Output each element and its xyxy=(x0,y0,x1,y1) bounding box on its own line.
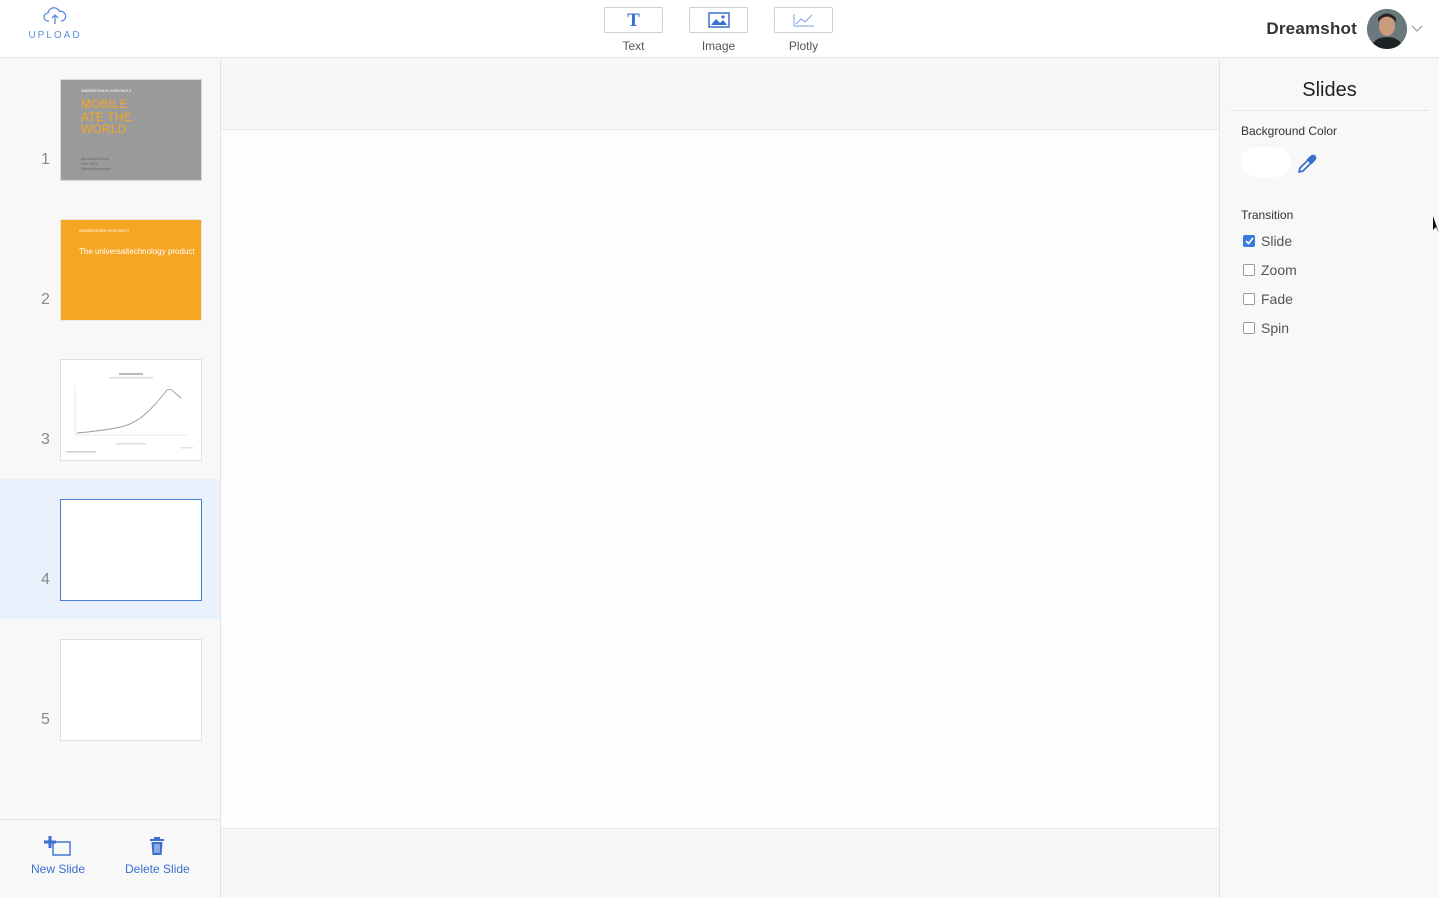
panel-title: Slides xyxy=(1230,79,1429,111)
insert-plotly-button[interactable]: Plotly xyxy=(774,7,833,53)
cloud-upload-icon xyxy=(43,7,67,24)
check-icon xyxy=(1244,237,1254,245)
checkbox[interactable] xyxy=(1243,293,1255,305)
slide-actions: New Slide Delete Slide xyxy=(0,819,220,898)
slide-number: 2 xyxy=(41,291,50,308)
transition-option-label: Zoom xyxy=(1261,262,1297,278)
insert-text-button[interactable]: T Text xyxy=(604,7,663,53)
transition-option-spin[interactable]: Spin xyxy=(1243,320,1289,336)
slide-1-title: MOBILE ATE THE WORLD xyxy=(81,98,132,136)
slide-item-3[interactable]: 3 xyxy=(0,339,220,479)
slide-item-4[interactable]: 4 xyxy=(0,479,220,619)
slide-list: ANDREESSEN HOROWITZ MOBILE ATE THE WORLD… xyxy=(0,59,221,898)
mouse-pointer-icon xyxy=(1433,216,1439,233)
transition-option-label: Spin xyxy=(1261,320,1290,336)
slide-thumbnail xyxy=(60,639,202,741)
checkbox-checked[interactable] xyxy=(1243,235,1255,247)
avatar xyxy=(1367,9,1407,49)
properties-panel: Slides Background Color Transition Slide… xyxy=(1219,59,1439,898)
insert-image-button[interactable]: Image xyxy=(689,7,748,53)
upload-button[interactable]: UPLOAD xyxy=(22,6,88,48)
slide-number: 4 xyxy=(41,571,50,588)
trash-icon xyxy=(150,837,165,855)
user-menu[interactable]: Dreamshot xyxy=(1266,9,1423,49)
slide-item-5[interactable]: 5 xyxy=(0,619,220,759)
eyedropper-icon[interactable] xyxy=(1296,153,1318,175)
slide-thumbnail: ANDREESSEN HOROWITZ MOBILE ATE THE WORLD… xyxy=(60,79,202,181)
new-slide-label: New Slide xyxy=(31,862,86,876)
transition-option-slide[interactable]: Slide xyxy=(1243,233,1292,249)
delete-slide-label: Delete Slide xyxy=(125,862,190,876)
transition-option-label: Slide xyxy=(1261,233,1293,249)
thumbnail-caption: ANDREESSEN HOROWITZ xyxy=(81,88,132,93)
slide-1-title-line: MOBILE xyxy=(81,97,128,111)
transition-option-fade[interactable]: Fade xyxy=(1243,291,1293,307)
insert-image-label: Image xyxy=(701,39,736,53)
insert-toolbar: T Text Image Plotly xyxy=(604,7,833,53)
avatar-image xyxy=(1367,9,1407,49)
slide-thumbnail xyxy=(60,499,202,601)
image-icon xyxy=(707,12,730,28)
top-bar: UPLOAD T Text Image Plotly Dreamshot xyxy=(0,0,1439,58)
upload-label: UPLOAD xyxy=(28,30,82,41)
slide-number: 3 xyxy=(41,431,50,448)
slide-2-text: The universaltechnology product xyxy=(79,247,195,256)
chart-thumbnail-icon xyxy=(66,373,193,453)
chart-line-icon xyxy=(793,14,814,27)
add-slide-icon xyxy=(44,836,71,856)
new-slide-button[interactable]: New Slide xyxy=(31,836,85,876)
plotly-tool-box xyxy=(774,7,833,33)
slide-item-1[interactable]: ANDREESSEN HOROWITZ MOBILE ATE THE WORLD… xyxy=(0,59,220,199)
slide-number: 1 xyxy=(41,151,50,168)
checkbox[interactable] xyxy=(1243,264,1255,276)
chevron-down-icon xyxy=(1411,25,1423,32)
editor-area xyxy=(221,59,1219,898)
slide-thumbnail: ANDREESSEN HOROWITZ The universaltechnol… xyxy=(60,219,202,321)
delete-slide-button[interactable]: Delete Slide xyxy=(125,836,190,876)
user-name: Dreamshot xyxy=(1266,19,1357,38)
text-icon: T xyxy=(627,9,640,31)
checkbox[interactable] xyxy=(1243,322,1255,334)
image-tool-box xyxy=(689,7,748,33)
insert-plotly-label: Plotly xyxy=(788,39,819,53)
background-color-label: Background Color xyxy=(1241,124,1338,138)
transition-option-zoom[interactable]: Zoom xyxy=(1243,262,1297,278)
thumbnail-footer: Benedict Evans Dec 2014 @benedictevans xyxy=(81,156,111,171)
slide-canvas[interactable] xyxy=(221,129,1219,829)
slide-1-title-line: WORLD xyxy=(81,122,127,136)
transition-option-label: Fade xyxy=(1261,291,1293,307)
slide-number: 5 xyxy=(41,711,50,728)
text-tool-box: T xyxy=(604,7,663,33)
slide-item-2[interactable]: ANDREESSEN HOROWITZ The universaltechnol… xyxy=(0,199,220,339)
transition-label: Transition xyxy=(1241,208,1294,222)
slide-thumbnail xyxy=(60,359,202,461)
background-color-swatch[interactable] xyxy=(1241,147,1291,177)
thumbnail-caption: ANDREESSEN HOROWITZ xyxy=(79,228,130,233)
insert-text-label: Text xyxy=(622,39,645,53)
